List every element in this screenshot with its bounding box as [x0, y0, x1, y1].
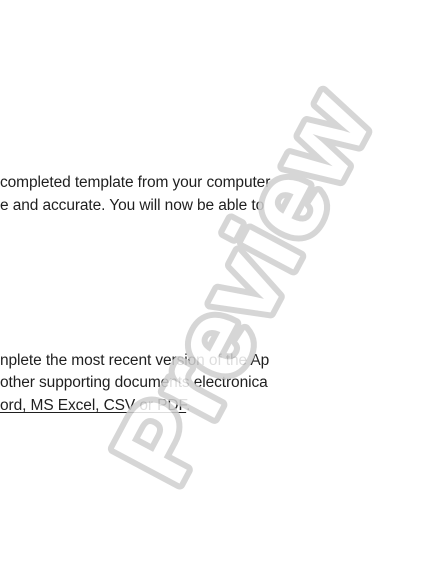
- file-formats-link[interactable]: ord, MS Excel, CSV or PDF: [0, 397, 186, 414]
- paragraph-line: ord, MS Excel, CSV or PDF.: [0, 396, 190, 416]
- paragraph-line: e and accurate. You will now be able to: [0, 197, 265, 214]
- paragraph-line: nplete the most recent version of the Ap: [0, 352, 270, 369]
- document-page: completed template from your computer e …: [0, 0, 422, 563]
- paragraph-line: completed template from your computer: [0, 174, 271, 191]
- paragraph-line: other supporting documents electronica: [0, 374, 268, 391]
- period: .: [186, 397, 191, 414]
